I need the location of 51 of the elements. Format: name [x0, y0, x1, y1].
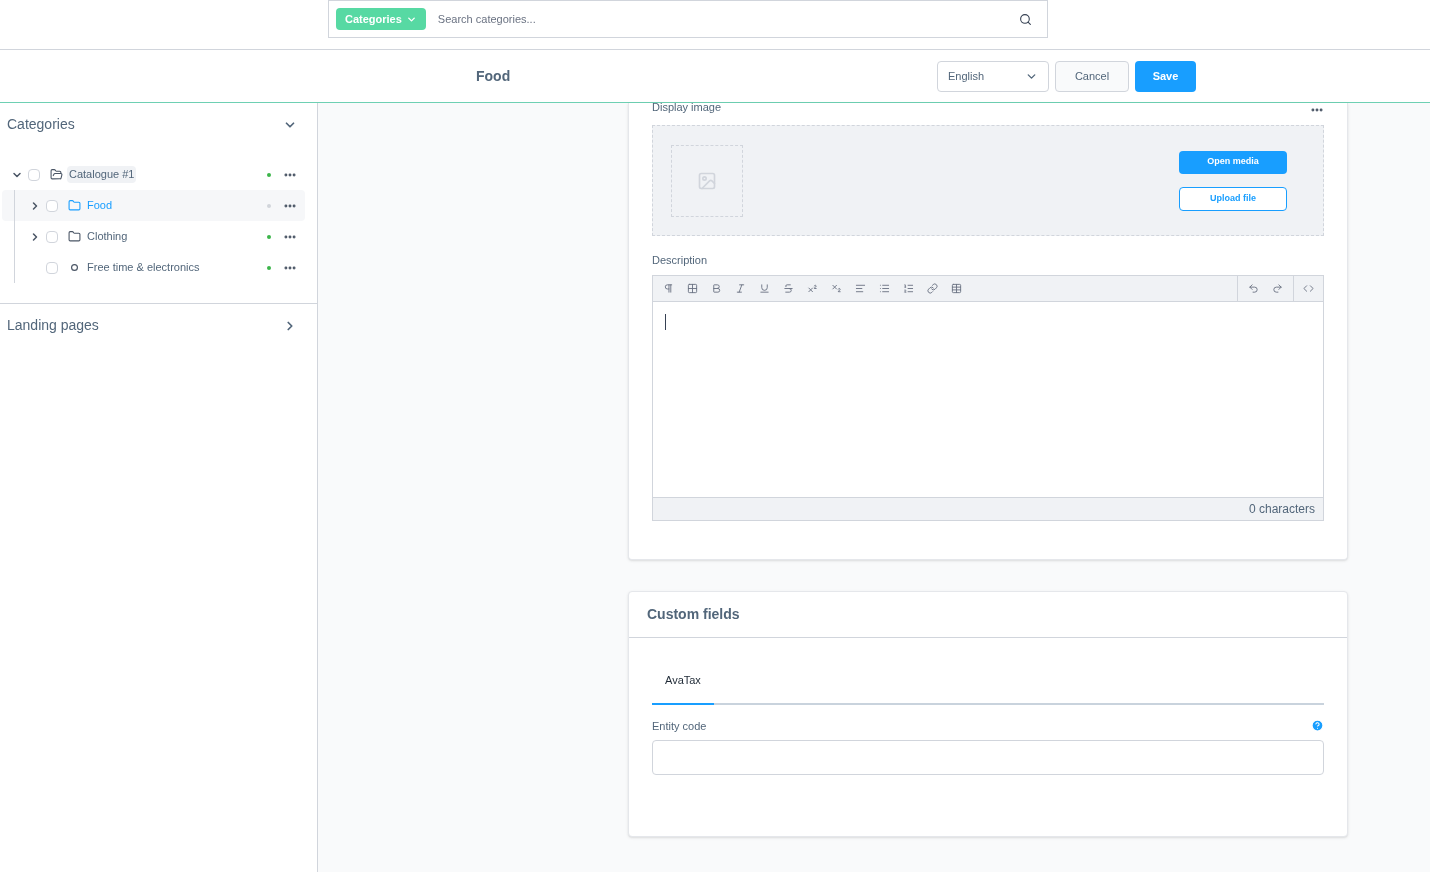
field-label: Description — [652, 253, 709, 268]
checkbox[interactable] — [46, 199, 58, 212]
section-header[interactable]: Landing pages — [0, 304, 317, 347]
link-icon[interactable] — [927, 282, 938, 294]
text-cursor — [665, 313, 666, 330]
search-icon[interactable] — [1019, 12, 1032, 26]
cancel-button[interactable]: Cancel — [1055, 60, 1129, 92]
section-header[interactable]: Categories — [0, 103, 317, 146]
code-icon[interactable] — [1303, 282, 1314, 294]
folder-icon — [68, 230, 81, 243]
tree-label: Free time & electronics — [86, 260, 201, 276]
language-select[interactable]: English — [937, 60, 1049, 92]
undo-icon[interactable] — [1248, 282, 1259, 294]
italic-icon[interactable] — [735, 282, 746, 294]
field-label: Entity code — [652, 718, 707, 734]
open-media-button[interactable]: Open media — [1179, 150, 1287, 174]
tree-label: Clothing — [86, 229, 129, 245]
checkbox[interactable] — [46, 261, 58, 274]
table-icon[interactable] — [951, 282, 962, 294]
tree-item[interactable]: Free time & electronics — [2, 252, 305, 283]
tab[interactable]: AvaTax — [652, 658, 714, 705]
save-button[interactable]: Save — [1135, 60, 1196, 92]
underline-icon[interactable] — [759, 282, 770, 294]
checkbox[interactable] — [28, 168, 40, 181]
grid-icon[interactable] — [687, 282, 698, 294]
entity-code-field[interactable] — [652, 740, 1324, 775]
page-title: Food — [476, 66, 511, 86]
checkbox[interactable] — [46, 230, 58, 243]
card-title: Custom fields — [647, 604, 740, 624]
align-icon[interactable] — [855, 282, 866, 294]
subscript-icon[interactable] — [831, 282, 842, 294]
circle-icon — [71, 264, 78, 271]
numbered-list-icon[interactable] — [903, 282, 914, 294]
folder-icon — [50, 168, 63, 181]
tree-item[interactable]: Catalogue #1 — [2, 159, 305, 190]
superscript-icon[interactable] — [807, 282, 818, 294]
character-count: 0 characters — [1248, 500, 1315, 518]
tree-item[interactable]: Clothing — [2, 221, 305, 252]
bullet-list-icon[interactable] — [879, 282, 890, 294]
redo-icon[interactable] — [1272, 282, 1283, 294]
upload-file-button[interactable]: Upload file — [1179, 186, 1287, 211]
bold-icon[interactable] — [711, 282, 722, 294]
image-icon — [697, 170, 717, 191]
tree-label: Catalogue #1 — [67, 166, 137, 183]
rich-text-editor[interactable]: 0 characters — [652, 274, 1324, 521]
help-icon[interactable] — [1311, 719, 1324, 733]
strikethrough-icon[interactable] — [783, 282, 794, 294]
paragraph-icon[interactable] — [663, 282, 674, 294]
field-label: Display image — [652, 99, 722, 115]
tree-label: Food — [86, 198, 114, 214]
folder-icon — [68, 199, 81, 212]
